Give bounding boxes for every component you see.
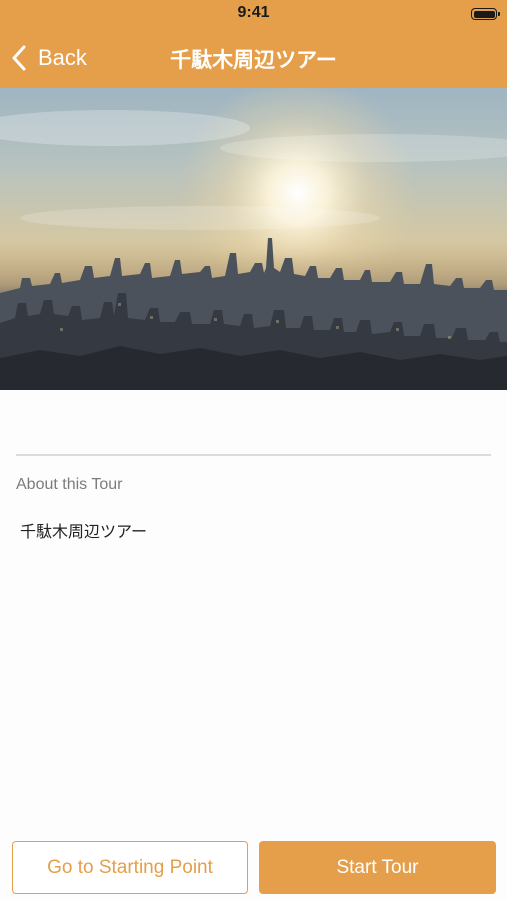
chevron-left-icon <box>12 45 26 71</box>
tour-description: 千駄木周辺ツアー <box>20 524 148 541</box>
back-label: Back <box>38 45 87 70</box>
start-tour-button[interactable]: Start Tour <box>259 841 496 894</box>
status-time: 9:41 <box>237 4 270 21</box>
battery-icon <box>471 8 500 20</box>
back-button[interactable]: Back <box>10 42 87 74</box>
tour-hero-image <box>0 88 507 390</box>
about-section-label: About this Tour <box>16 476 123 493</box>
navigation-bar: 9:41 Back 千駄木周辺ツアー <box>0 0 507 88</box>
section-divider <box>16 454 491 456</box>
go-to-starting-point-button[interactable]: Go to Starting Point <box>12 841 248 894</box>
